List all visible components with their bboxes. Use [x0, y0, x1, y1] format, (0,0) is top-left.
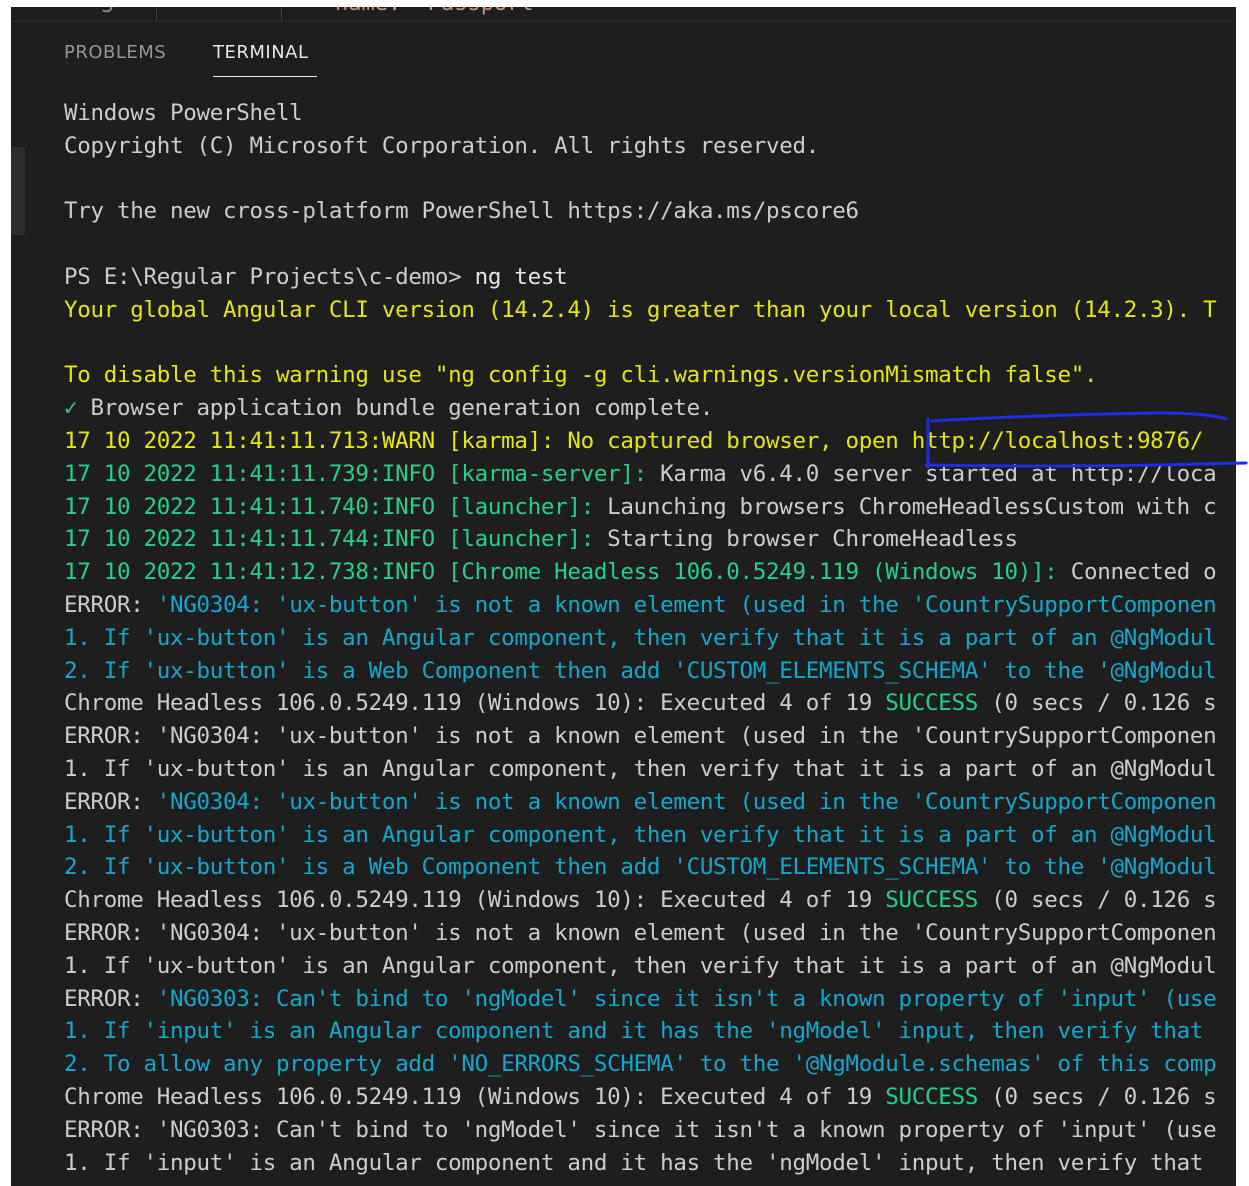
terminal-text-segment: 1. If 'ux-button' is an Angular componen… — [64, 624, 1217, 651]
editor-code-peek: 5 name: 'Passport' — [11, 7, 1236, 21]
terminal-text-segment: ERROR: 'NG0303: Can't bind to 'ngModel' … — [64, 1116, 1217, 1143]
terminal-line: 17 10 2022 11:41:12.738:INFO [Chrome Hea… — [64, 556, 1236, 589]
terminal-line: Your global Angular CLI version (14.2.4)… — [64, 294, 1236, 327]
terminal-line: Windows PowerShell — [64, 97, 1236, 130]
terminal-text-segment: Starting browser ChromeHeadless — [607, 526, 1018, 553]
terminal-line: To disable this warning use "ng config -… — [64, 359, 1236, 392]
terminal-line: 17 10 2022 11:41:11.739:INFO [karma-serv… — [64, 458, 1236, 491]
terminal-text-segment: 'NG0304: 'ux-button' is not a known elem… — [156, 788, 1217, 815]
terminal-text-segment: 17 10 2022 11:41:11.713:WARN [karma]: No… — [64, 427, 1204, 454]
terminal-text-segment: 1. If 'input' is an Angular component an… — [64, 1149, 1204, 1176]
terminal-text-segment: Chrome Headless 106.0.5249.119 (Windows … — [64, 690, 886, 717]
terminal-line: Chrome Headless 106.0.5249.119 (Windows … — [64, 884, 1236, 917]
terminal-text-segment: ERROR: — [64, 788, 157, 815]
terminal-output[interactable]: Windows PowerShell Copyright (C) Microsof… — [64, 97, 1236, 1182]
terminal-text-segment: Karma v6.4.0 server started at http://lo… — [660, 460, 1217, 487]
terminal-line: 17 10 2022 11:41:11.744:INFO [launcher]:… — [64, 523, 1236, 556]
terminal-text-segment: To disable this warning use "ng config -… — [64, 362, 1098, 389]
terminal-line: 1. If 'input' is an Angular component an… — [64, 1147, 1236, 1180]
terminal-text-segment: 'NG0304: 'ux-button' is not a known elem… — [156, 591, 1217, 618]
terminal-line: ERROR: 'NG0304: 'ux-button' is not a kno… — [64, 786, 1236, 819]
indent-guide — [281, 7, 282, 21]
terminal-line: 1. If 'ux-button' is an Angular componen… — [64, 950, 1236, 983]
terminal-text-segment: 2. To allow any property add 'NO_ERRORS_… — [64, 1051, 1217, 1078]
terminal-text-segment: ERROR: 'NG0304: 'ux-button' is not a kno… — [64, 723, 1217, 750]
tab-terminal[interactable]: TERMINAL — [213, 42, 309, 63]
terminal-text-segment: 17 10 2022 11:41:11.740:INFO [launcher]: — [64, 493, 608, 520]
terminal-text-segment: (0 secs / 0.126 s — [978, 1083, 1217, 1110]
line-number: 5 — [101, 7, 114, 18]
terminal-text-segment: Chrome Headless 106.0.5249.119 (Windows … — [64, 887, 886, 914]
code-line: name: 'Passport' — [335, 7, 547, 16]
terminal-text-segment: Try the new cross-platform PowerShell ht… — [64, 198, 859, 225]
terminal-text-segment: Browser application bundle generation co… — [77, 395, 714, 422]
terminal-text-segment: 17 10 2022 11:41:11.744:INFO [launcher]: — [64, 526, 608, 553]
terminal-text-segment: (0 secs / 0.126 s — [978, 690, 1217, 717]
terminal-text-segment: 17 10 2022 11:41:12.738:INFO [Chrome Hea… — [64, 559, 1071, 586]
terminal-line: ERROR: 'NG0303: Can't bind to 'ngModel' … — [64, 983, 1236, 1016]
vscode-panel: 5 name: 'Passport' PROBLEMS TERMINAL Win… — [11, 7, 1236, 1186]
terminal-text-segment: ng test — [474, 263, 568, 290]
panel-tabs: PROBLEMS TERMINAL — [11, 22, 1236, 80]
terminal-line: PS E:\Regular Projects\c-demo> ng test — [64, 261, 1236, 294]
terminal-line: Chrome Headless 106.0.5249.119 (Windows … — [64, 687, 1236, 720]
terminal-line: ERROR: 'NG0303: Can't bind to 'ngModel' … — [64, 1114, 1236, 1147]
terminal-line: 2. If 'ux-button' is a Web Component the… — [64, 655, 1236, 688]
terminal-text-segment: Chrome Headless 106.0.5249.119 (Windows … — [64, 1083, 886, 1110]
terminal-text-segment: 1. If 'ux-button' is an Angular componen… — [64, 755, 1217, 782]
terminal-text-segment: SUCCESS — [885, 690, 978, 717]
terminal-line: 1. If 'input' is an Angular component an… — [64, 1015, 1236, 1048]
terminal-line: 1. If 'ux-button' is an Angular componen… — [64, 819, 1236, 852]
terminal-line: 1. If 'ux-button' is an Angular componen… — [64, 622, 1236, 655]
terminal-text-segment: Your global Angular CLI version (14.2.4)… — [64, 296, 1217, 323]
terminal-text-segment: SUCCESS — [885, 887, 978, 914]
terminal-text-segment: 1. If 'ux-button' is an Angular componen… — [64, 821, 1217, 848]
terminal-line: 17 10 2022 11:41:11.713:WARN [karma]: No… — [64, 425, 1236, 458]
terminal-text-segment: Launching browsers ChromeHeadlessCustom … — [607, 493, 1217, 520]
terminal-text-segment: PS E:\Regular Projects\c-demo> — [64, 263, 475, 290]
terminal-line: 2. To allow any property add 'NO_ERRORS_… — [64, 1048, 1236, 1081]
left-gutter-highlight — [11, 147, 25, 235]
terminal-text-segment: Windows PowerShell — [64, 100, 303, 126]
terminal-line: Try the new cross-platform PowerShell ht… — [64, 195, 1236, 228]
terminal-line: ERROR: 'NG0304: 'ux-button' is not a kno… — [64, 917, 1236, 950]
terminal-text-segment: Connected o — [1070, 559, 1217, 586]
terminal-text-segment: 'NG0303: Can't bind to 'ngModel' since i… — [156, 985, 1217, 1012]
terminal-text-segment: ERROR: 'NG0304: 'ux-button' is not a kno… — [64, 919, 1217, 946]
terminal-line: Copyright (C) Microsoft Corporation. All… — [64, 130, 1236, 163]
terminal-text-segment: 1. If 'ux-button' is an Angular componen… — [64, 952, 1217, 979]
terminal-line: 2. If 'ux-button' is a Web Component the… — [64, 851, 1236, 884]
terminal-text-segment: 2. If 'ux-button' is a Web Component the… — [64, 657, 1217, 684]
terminal-text-segment: ERROR: — [64, 591, 157, 618]
terminal-line: Chrome Headless 106.0.5249.119 (Windows … — [64, 1081, 1236, 1114]
terminal-text-segment: SUCCESS — [885, 1083, 978, 1110]
tab-problems[interactable]: PROBLEMS — [64, 42, 166, 63]
terminal-text-segment: 1. If 'input' is an Angular component an… — [64, 1018, 1204, 1045]
terminal-line: ✓ Browser application bundle generation … — [64, 392, 1236, 425]
terminal-text-segment: 2. If 'ux-button' is a Web Component the… — [64, 854, 1217, 881]
terminal-line: ERROR: 'NG0304: 'ux-button' is not a kno… — [64, 589, 1236, 622]
terminal-line: 17 10 2022 11:41:11.740:INFO [launcher]:… — [64, 491, 1236, 524]
terminal-text-segment: ERROR: — [64, 985, 157, 1012]
terminal-line: 1. If 'ux-button' is an Angular componen… — [64, 753, 1236, 786]
indent-guide — [156, 7, 157, 21]
terminal-text-segment: 17 10 2022 11:41:11.739:INFO [karma-serv… — [64, 460, 661, 487]
active-tab-indicator — [213, 76, 317, 77]
terminal-line: ERROR: 'NG0304: 'ux-button' is not a kno… — [64, 720, 1236, 753]
terminal-text-segment: ✓ — [64, 395, 78, 422]
terminal-text-segment: Copyright (C) Microsoft Corporation. All… — [64, 132, 820, 159]
terminal-text-segment: (0 secs / 0.126 s — [978, 887, 1217, 914]
